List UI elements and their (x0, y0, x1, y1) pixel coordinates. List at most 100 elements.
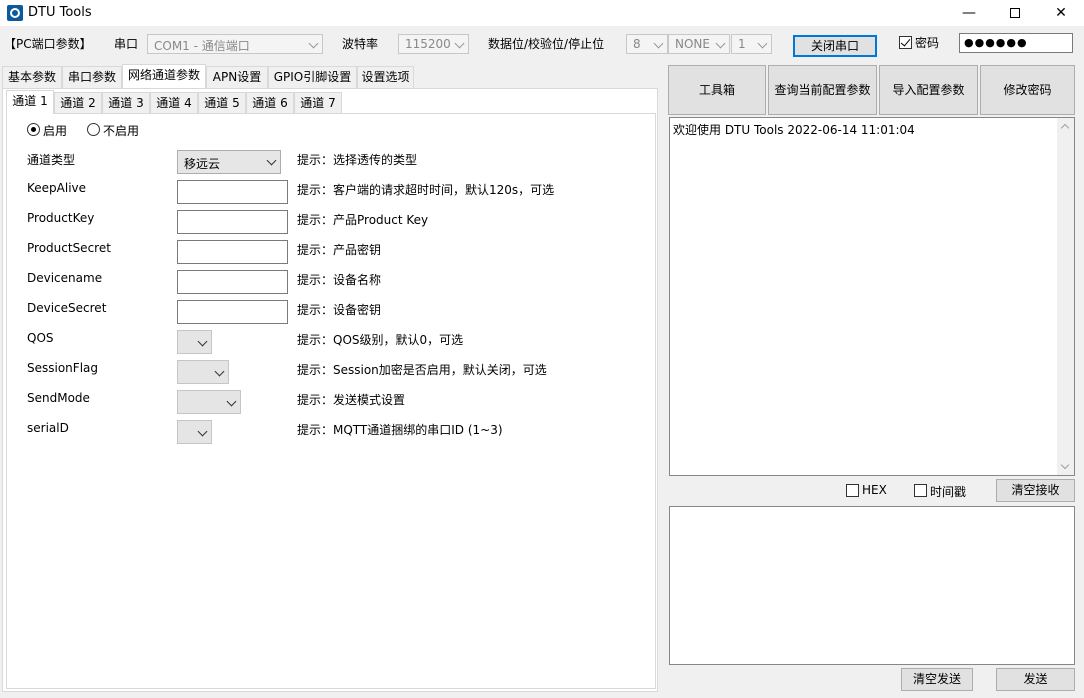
devicename-input[interactable] (177, 270, 288, 294)
sessionflag-select[interactable] (177, 360, 229, 384)
close-icon: ✕ (1055, 5, 1067, 21)
hint-devicesecret: 提示：设备密钥 (297, 303, 382, 317)
keepalive-input[interactable] (177, 180, 288, 204)
channel-type-value: 移远云 (184, 157, 221, 171)
field-label-keepalive: KeepAlive (27, 181, 87, 195)
tab-channel-5[interactable]: 通道 5 (198, 92, 246, 114)
disable-radio-label: 不启用 (103, 124, 140, 138)
tab-network-channel-params[interactable]: 网络通道参数 (122, 64, 206, 88)
hint-serialid: 提示：MQTT通道捆绑的串口ID (1~3) (297, 423, 503, 437)
chevron-down-icon (454, 38, 465, 49)
close-button[interactable]: ✕ (1038, 0, 1084, 26)
devicesecret-input[interactable] (177, 300, 288, 324)
tab-serial-params[interactable]: 串口参数 (62, 66, 122, 88)
hint-keepalive: 提示：客户端的请求超时时间，默认120s，可选 (297, 183, 555, 197)
tab-channel-7[interactable]: 通道 7 (294, 92, 342, 114)
port-select[interactable]: COM1 - 通信端口 (147, 34, 323, 54)
tab-settings-options[interactable]: 设置选项 (357, 66, 414, 88)
channel-tabs: 通道 1 通道 2 通道 3 通道 4 通道 5 通道 6 通道 7 (6, 90, 346, 114)
field-label-devicename: Devicename (27, 271, 103, 285)
tab-channel-2[interactable]: 通道 2 (54, 92, 102, 114)
hint-productkey: 提示：产品Product Key (297, 213, 429, 227)
data-bits-select[interactable]: 8 (626, 34, 668, 54)
clear-send-button[interactable]: 清空发送 (901, 668, 973, 691)
field-label-productsecret: ProductSecret (27, 241, 111, 255)
timestamp-checkbox-label: 时间戳 (930, 485, 967, 499)
tab-channel-6[interactable]: 通道 6 (246, 92, 294, 114)
chevron-down-icon (197, 336, 208, 347)
field-label-serialid: serialD (27, 421, 69, 435)
maximize-icon (1010, 8, 1020, 18)
password-field[interactable]: ●●●●●● (959, 33, 1073, 53)
format-label: 数据位/校验位/停止位 (488, 37, 605, 51)
port-label: 串口 (114, 37, 139, 51)
baud-select-value: 115200 (405, 37, 451, 51)
clear-receive-button[interactable]: 清空接收 (996, 479, 1075, 502)
field-label-sendmode: SendMode (27, 391, 90, 405)
stop-bits-value: 1 (738, 37, 746, 51)
hint-productsecret: 提示：产品密钥 (297, 243, 382, 257)
chevron-down-icon (715, 38, 726, 49)
port-select-value: COM1 - 通信端口 (154, 39, 250, 53)
log-scrollbar[interactable] (1057, 118, 1074, 475)
hex-checkbox-label: HEX (862, 483, 887, 497)
tab-basic-params[interactable]: 基本参数 (2, 66, 62, 88)
tab-apn-settings[interactable]: APN设置 (206, 66, 268, 88)
title-bar: DTU Tools — ✕ (0, 0, 1084, 26)
enable-radio[interactable] (27, 123, 40, 136)
receive-log[interactable]: 欢迎使用 DTU Tools 2022-06-14 11:01:04 (669, 117, 1075, 476)
data-bits-value: 8 (633, 37, 641, 51)
tab-channel-4[interactable]: 通道 4 (150, 92, 198, 114)
hex-checkbox[interactable] (846, 484, 859, 497)
import-config-button[interactable]: 导入配置参数 (879, 65, 978, 115)
disable-radio[interactable] (87, 123, 100, 136)
window-title: DTU Tools (28, 5, 92, 20)
chevron-down-icon (757, 38, 768, 49)
app-icon (7, 5, 23, 21)
chevron-down-icon (308, 38, 319, 49)
query-config-button[interactable]: 查询当前配置参数 (768, 65, 877, 115)
send-button[interactable]: 发送 (996, 668, 1075, 691)
hint-devicename: 提示：设备名称 (297, 273, 382, 287)
baud-label: 波特率 (342, 37, 379, 51)
field-label-qos: QOS (27, 331, 54, 345)
close-port-button[interactable]: 关闭串口 (793, 35, 877, 57)
channel-type-select[interactable]: 移远云 (177, 150, 281, 174)
tab-channel-1[interactable]: 通道 1 (6, 90, 54, 114)
toolbox-button[interactable]: 工具箱 (668, 65, 766, 115)
serialid-select[interactable] (177, 420, 212, 444)
chevron-down-icon (226, 396, 237, 407)
hint-qos: 提示：QOS级别，默认0，可选 (297, 333, 464, 347)
password-checkbox[interactable] (899, 36, 912, 49)
qos-select[interactable] (177, 330, 212, 354)
change-password-button[interactable]: 修改密码 (980, 65, 1075, 115)
baud-select[interactable]: 115200 (398, 34, 469, 54)
field-label-productkey: ProductKey (27, 211, 95, 225)
productsecret-input[interactable] (177, 240, 288, 264)
main-tabs: 基本参数 串口参数 网络通道参数 APN设置 GPIO引脚设置 设置选项 (2, 64, 662, 88)
scroll-up-icon[interactable] (1060, 123, 1070, 133)
chevron-down-icon (266, 155, 277, 166)
field-label-devicesecret: DeviceSecret (27, 301, 107, 315)
parity-value: NONE (675, 37, 710, 51)
productkey-input[interactable] (177, 210, 288, 234)
enable-radio-label: 启用 (43, 124, 68, 138)
hint-channel-type: 提示：选择透传的类型 (297, 153, 418, 167)
chevron-down-icon (653, 38, 664, 49)
tab-channel-3[interactable]: 通道 3 (102, 92, 150, 114)
chevron-down-icon (214, 366, 225, 377)
sendmode-select[interactable] (177, 390, 241, 414)
send-textarea[interactable] (669, 506, 1075, 665)
hint-sessionflag: 提示：Session加密是否启用，默认关闭，可选 (297, 363, 547, 377)
tab-gpio-settings[interactable]: GPIO引脚设置 (268, 66, 357, 88)
password-checkbox-label: 密码 (915, 36, 940, 50)
field-label-sessionflag: SessionFlag (27, 361, 98, 375)
timestamp-checkbox[interactable] (914, 484, 927, 497)
scroll-down-icon[interactable] (1060, 460, 1070, 470)
parity-select[interactable]: NONE (668, 34, 730, 54)
stop-bits-select[interactable]: 1 (731, 34, 772, 54)
minimize-button[interactable]: — (946, 0, 992, 26)
maximize-button[interactable] (992, 0, 1038, 26)
hint-sendmode: 提示：发送模式设置 (297, 393, 406, 407)
pc-port-section-label: 【PC端口参数】 (4, 37, 92, 51)
